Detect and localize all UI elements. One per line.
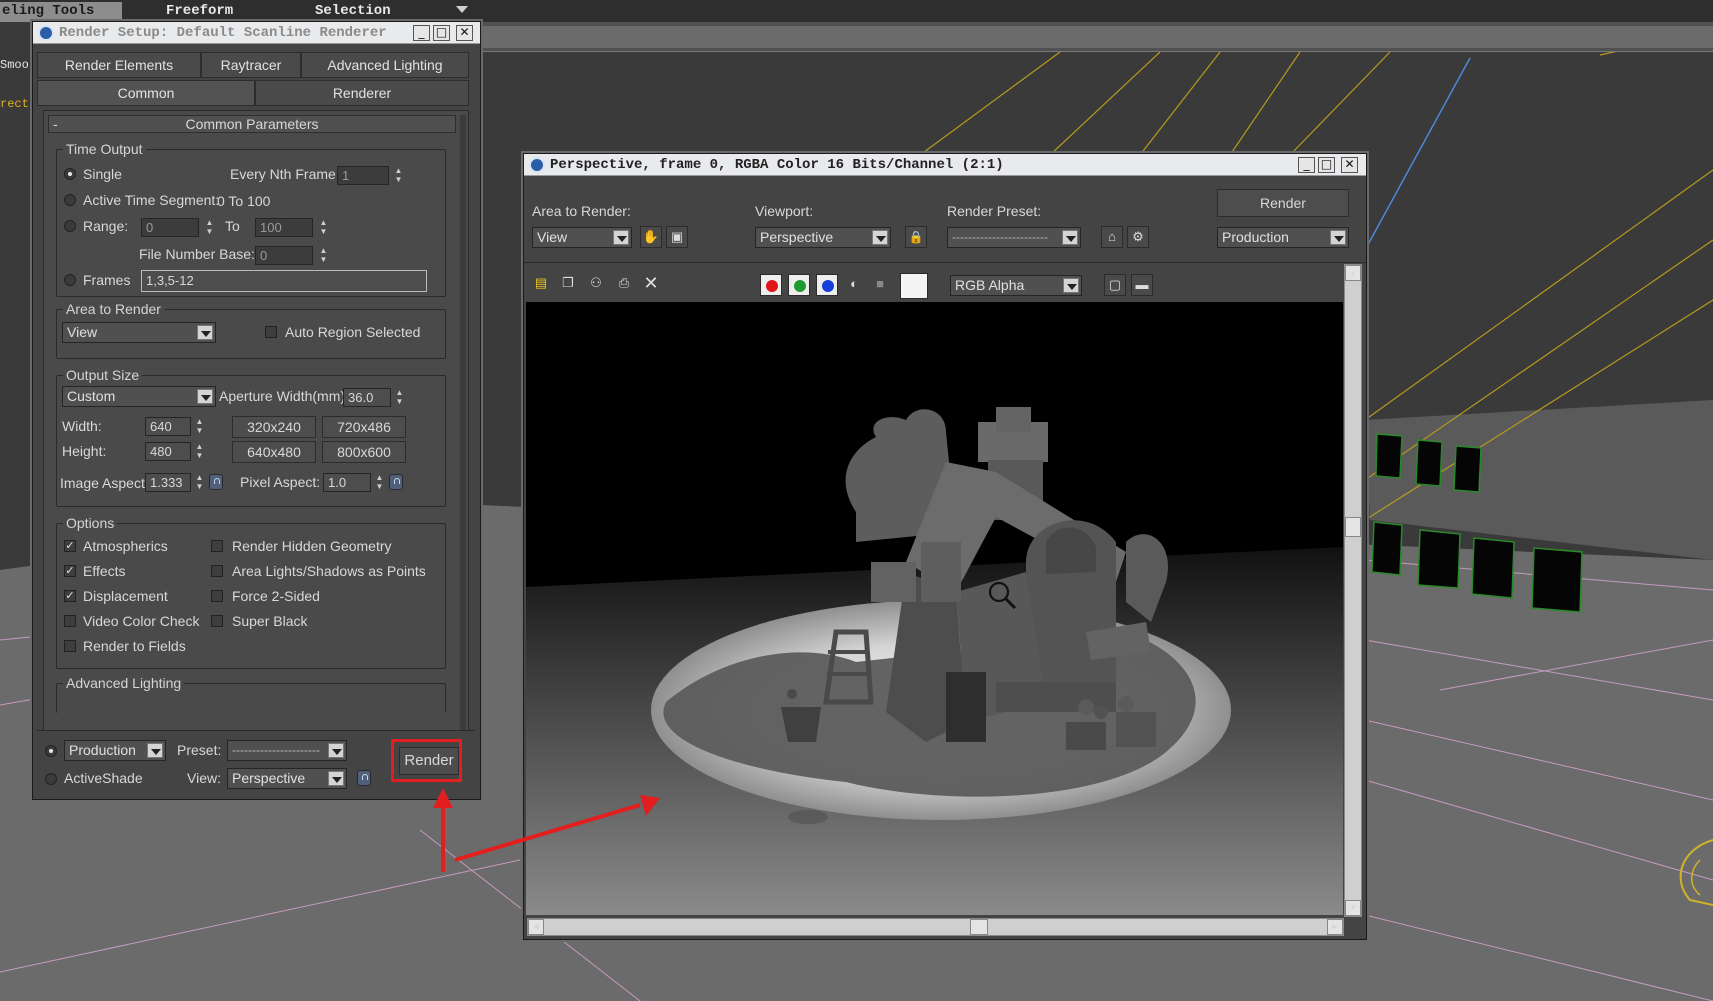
annotation-arrows [433, 788, 660, 872]
